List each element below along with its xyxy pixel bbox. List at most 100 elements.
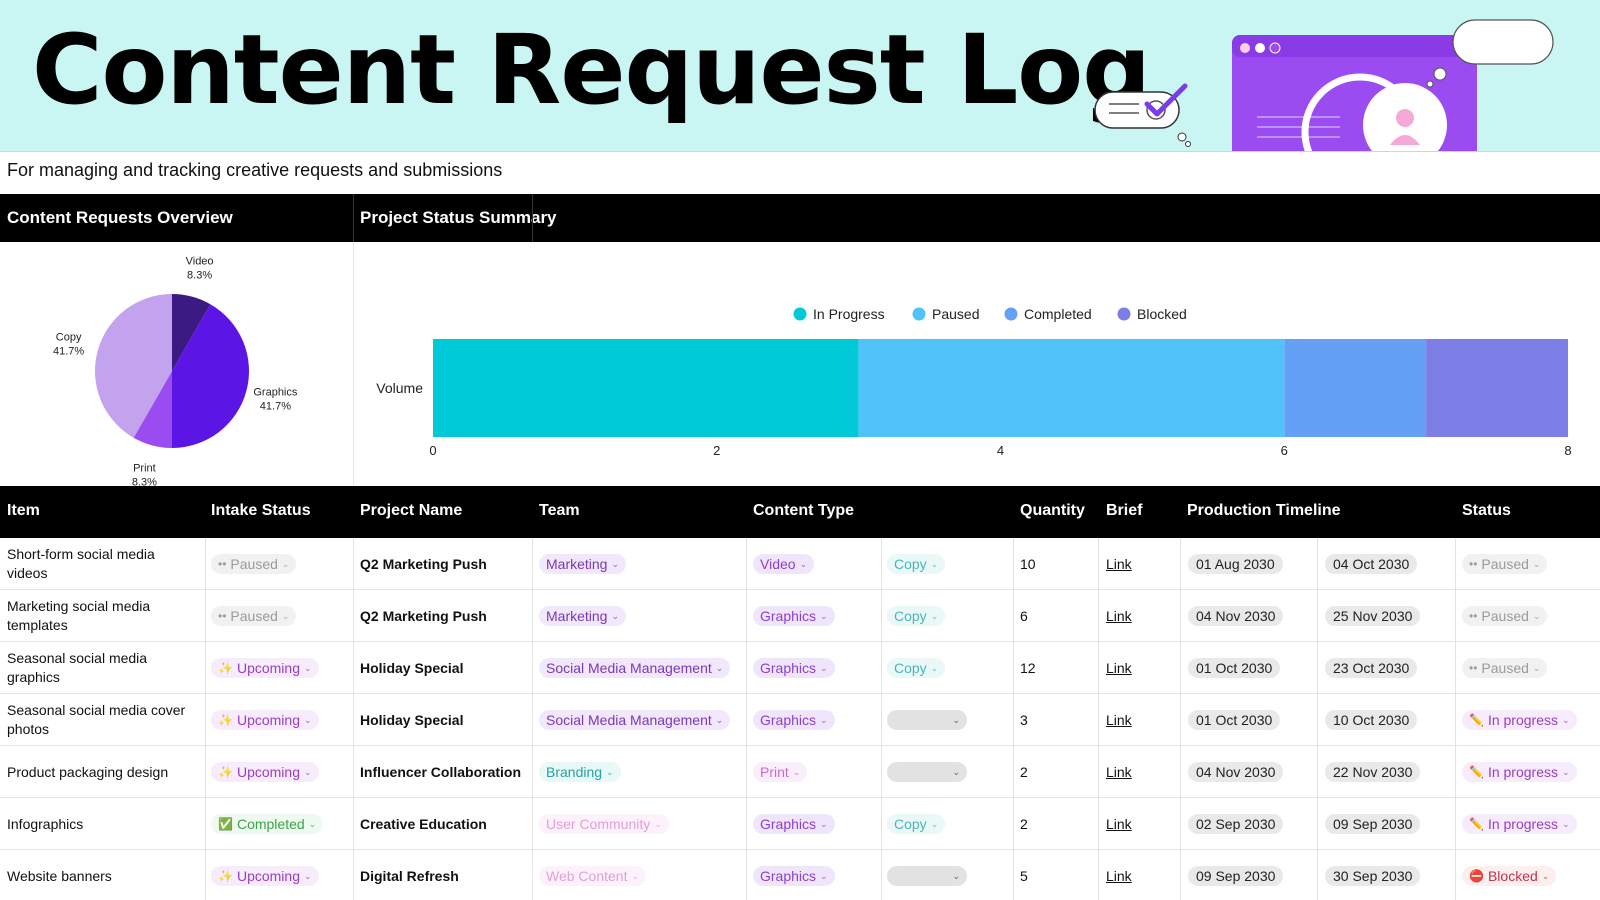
content-type-2-dropdown-empty[interactable]: ⌄ (887, 866, 967, 886)
table-row[interactable]: Product packaging design ✨ Upcoming ⌄ Influe… (0, 746, 1600, 798)
column-header-content-type[interactable]: Content Type (753, 502, 854, 520)
start-date[interactable]: 01 Oct 2030 (1188, 710, 1281, 730)
column-header-quantity[interactable]: Quantity (1020, 502, 1085, 520)
end-date[interactable]: 25 Nov 2030 (1325, 606, 1421, 626)
start-date[interactable]: 01 Aug 2030 (1188, 554, 1283, 574)
content-type-2-dropdown[interactable]: Copy ⌄ (887, 606, 946, 626)
table-row[interactable]: Short-form social media videos •• Paused ⌄ Q… (0, 538, 1600, 590)
brief-link[interactable]: Link (1106, 660, 1132, 676)
cell-quantity[interactable]: 5 (1020, 850, 1028, 900)
content-type-dropdown[interactable]: Graphics ⌄ (753, 658, 835, 678)
cell-quantity[interactable]: 10 (1020, 538, 1036, 590)
legend-label[interactable]: Completed (1024, 306, 1092, 322)
legend-label[interactable]: In Progress (813, 306, 885, 322)
cell-quantity[interactable]: 2 (1020, 798, 1028, 850)
legend-label[interactable]: Paused (932, 306, 979, 322)
content-type-dropdown[interactable]: Video ⌄ (753, 554, 815, 574)
bar-segment-blocked[interactable] (1426, 339, 1568, 437)
cell-quantity[interactable]: 2 (1020, 746, 1028, 798)
cell-project-name[interactable]: Q2 Marketing Push (360, 590, 487, 642)
status-dropdown[interactable]: ✏️ In progress ⌄ (1462, 710, 1577, 730)
bar-segment-paused[interactable] (858, 339, 1285, 437)
start-date[interactable]: 04 Nov 2030 (1188, 606, 1284, 626)
column-header-item[interactable]: Item (7, 502, 40, 520)
brief-link[interactable]: Link (1106, 556, 1132, 572)
cell-project-name[interactable]: Holiday Special (360, 642, 463, 694)
cell-item[interactable]: Seasonal social media graphics (7, 642, 197, 694)
start-date[interactable]: 04 Nov 2030 (1188, 762, 1284, 782)
cell-quantity[interactable]: 12 (1020, 642, 1036, 694)
cell-quantity[interactable]: 6 (1020, 590, 1028, 642)
content-type-2-dropdown[interactable]: Copy ⌄ (887, 814, 946, 834)
start-date[interactable]: 01 Oct 2030 (1188, 658, 1281, 678)
content-type-2-dropdown[interactable]: Copy ⌄ (887, 658, 946, 678)
column-header-team[interactable]: Team (539, 502, 580, 520)
table-row[interactable]: Seasonal social media cover photos ✨ Upcom… (0, 694, 1600, 746)
cell-project-name[interactable]: Creative Education (360, 798, 487, 850)
table-row[interactable]: Website banners ✨ Upcoming ⌄ Digital Refresh… (0, 850, 1600, 900)
cell-item[interactable]: Infographics (7, 798, 197, 850)
column-header-production-timeline[interactable]: Production Timeline (1187, 502, 1341, 520)
legend-label[interactable]: Blocked (1137, 306, 1187, 322)
content-type-2-dropdown[interactable]: Copy ⌄ (887, 554, 946, 574)
intake-status-dropdown[interactable]: ✨ Upcoming ⌄ (211, 762, 319, 782)
cell-project-name[interactable]: Holiday Special (360, 694, 463, 746)
column-header-project-name[interactable]: Project Name (360, 502, 462, 520)
cell-item[interactable]: Marketing social media templates (7, 590, 197, 642)
table-row[interactable]: Infographics ✅ Completed ⌄ Creative Educatio… (0, 798, 1600, 850)
cell-item[interactable]: Website banners (7, 850, 197, 900)
cell-item[interactable]: Short-form social media videos (7, 538, 197, 590)
team-dropdown[interactable]: Social Media Management ⌄ (539, 710, 731, 730)
end-date[interactable]: 30 Sep 2030 (1325, 866, 1421, 886)
team-dropdown[interactable]: Web Content ⌄ (539, 866, 647, 886)
end-date[interactable]: 04 Oct 2030 (1325, 554, 1418, 574)
intake-status-dropdown[interactable]: ✨ Upcoming ⌄ (211, 710, 319, 730)
status-dropdown[interactable]: ⛔ Blocked ⌄ (1462, 866, 1557, 886)
content-type-2-dropdown-empty[interactable]: ⌄ (887, 710, 967, 730)
team-dropdown[interactable]: Branding ⌄ (539, 762, 621, 782)
intake-status-dropdown[interactable]: ✨ Upcoming ⌄ (211, 866, 319, 886)
table-row[interactable]: Seasonal social media graphics ✨ Upcoming ⌄… (0, 642, 1600, 694)
column-header-brief[interactable]: Brief (1106, 502, 1142, 520)
team-dropdown[interactable]: Marketing ⌄ (539, 606, 627, 626)
content-type-dropdown[interactable]: Graphics ⌄ (753, 606, 835, 626)
intake-status-dropdown[interactable]: •• Paused ⌄ (211, 606, 297, 626)
status-dropdown[interactable]: •• Paused ⌄ (1462, 606, 1548, 626)
brief-link[interactable]: Link (1106, 712, 1132, 728)
cell-project-name[interactable]: Digital Refresh (360, 850, 459, 900)
intake-status-dropdown[interactable]: ✅ Completed ⌄ (211, 814, 324, 834)
column-header-status[interactable]: Status (1462, 502, 1511, 520)
content-type-dropdown[interactable]: Graphics ⌄ (753, 710, 835, 730)
end-date[interactable]: 09 Sep 2030 (1325, 814, 1421, 834)
status-dropdown[interactable]: ✏️ In progress ⌄ (1462, 762, 1577, 782)
intake-status-dropdown[interactable]: •• Paused ⌄ (211, 554, 297, 574)
status-dropdown[interactable]: •• Paused ⌄ (1462, 554, 1548, 574)
brief-link[interactable]: Link (1106, 868, 1132, 884)
cell-project-name[interactable]: Influencer Collaboration (360, 746, 521, 798)
brief-link[interactable]: Link (1106, 764, 1132, 780)
column-header-intake-status[interactable]: Intake Status (211, 502, 311, 520)
end-date[interactable]: 22 Nov 2030 (1325, 762, 1421, 782)
cell-quantity[interactable]: 3 (1020, 694, 1028, 746)
intake-status-dropdown[interactable]: ✨ Upcoming ⌄ (211, 658, 319, 678)
cell-project-name[interactable]: Q2 Marketing Push (360, 538, 487, 590)
end-date[interactable]: 10 Oct 2030 (1325, 710, 1418, 730)
team-dropdown[interactable]: Marketing ⌄ (539, 554, 627, 574)
bar-segment-completed[interactable] (1284, 339, 1427, 437)
status-dropdown[interactable]: ✏️ In progress ⌄ (1462, 814, 1577, 834)
status-dropdown[interactable]: •• Paused ⌄ (1462, 658, 1548, 678)
content-type-2-dropdown-empty[interactable]: ⌄ (887, 762, 967, 782)
brief-link[interactable]: Link (1106, 816, 1132, 832)
cell-item[interactable]: Product packaging design (7, 746, 197, 798)
content-type-dropdown[interactable]: Graphics ⌄ (753, 814, 835, 834)
team-dropdown[interactable]: User Community ⌄ (539, 814, 669, 834)
content-type-dropdown[interactable]: Print ⌄ (753, 762, 808, 782)
table-row[interactable]: Marketing social media templates •• Paused… (0, 590, 1600, 642)
cell-item[interactable]: Seasonal social media cover photos (7, 694, 197, 746)
end-date[interactable]: 23 Oct 2030 (1325, 658, 1418, 678)
start-date[interactable]: 09 Sep 2030 (1188, 866, 1284, 886)
start-date[interactable]: 02 Sep 2030 (1188, 814, 1284, 834)
bar-segment-in-progress[interactable] (433, 339, 859, 437)
brief-link[interactable]: Link (1106, 608, 1132, 624)
team-dropdown[interactable]: Social Media Management ⌄ (539, 658, 731, 678)
